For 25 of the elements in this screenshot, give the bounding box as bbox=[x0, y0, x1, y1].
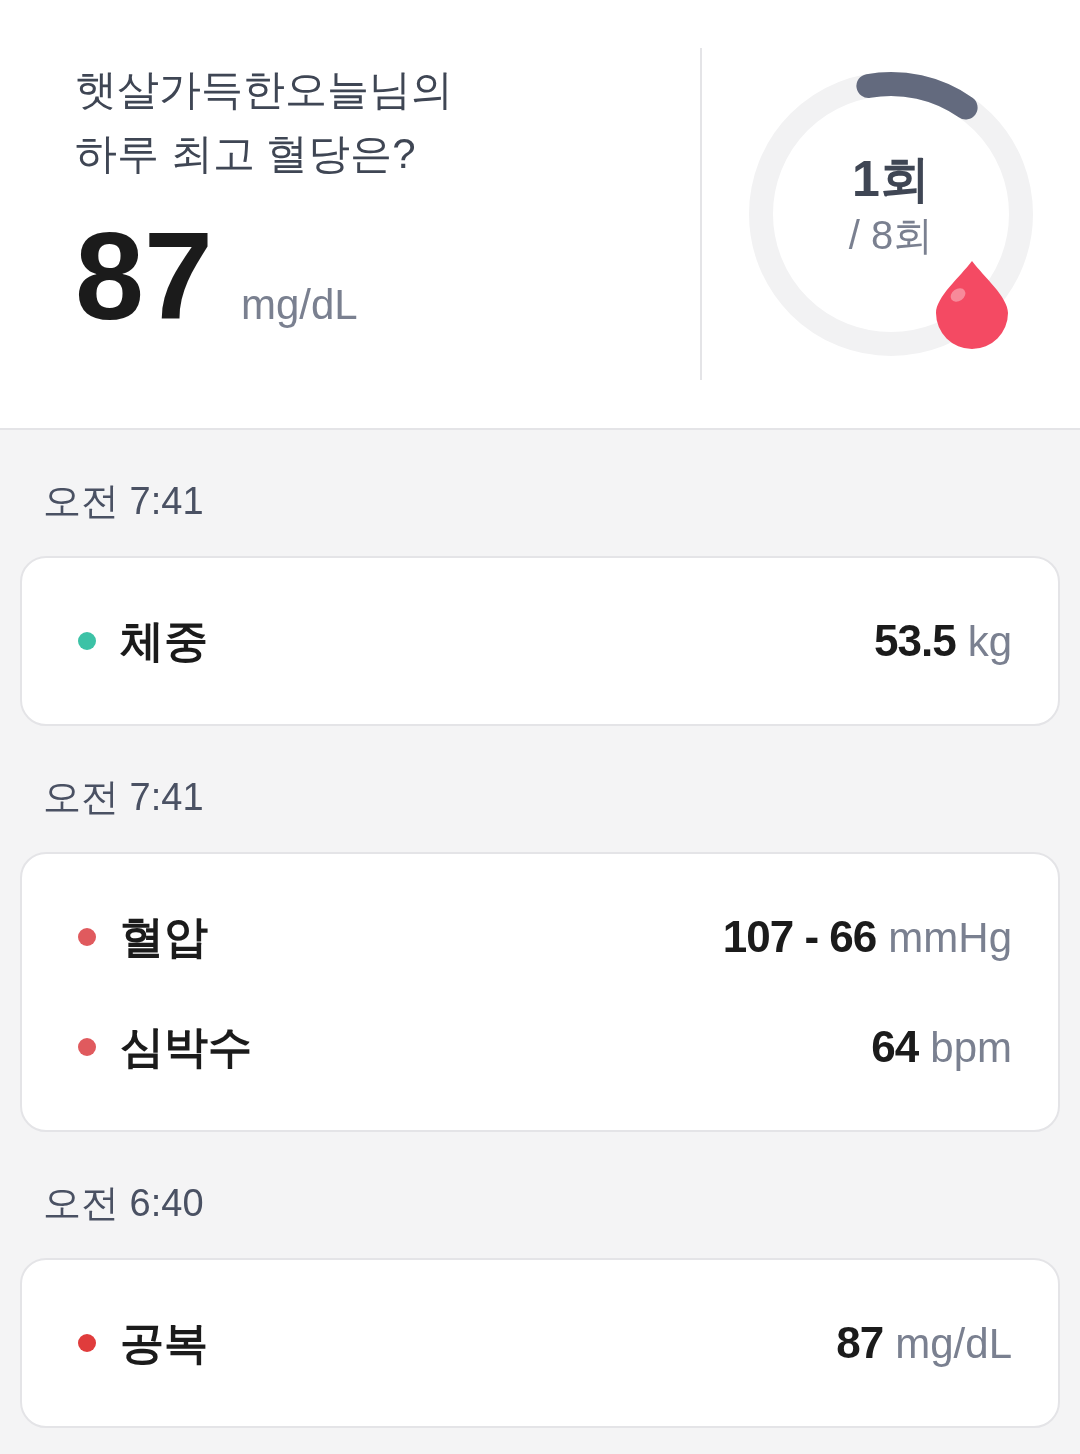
record-unit: bpm bbox=[930, 1022, 1012, 1073]
record-unit: mmHg bbox=[888, 912, 1012, 963]
record-value: 53.5 bbox=[874, 615, 956, 667]
time-label: 오전 6:40 bbox=[42, 1181, 205, 1226]
glucose-unit: mg/dL bbox=[240, 280, 358, 330]
record-card[interactable]: 체중 53.5 kg bbox=[20, 556, 1060, 726]
time-label: 오전 7:41 bbox=[42, 775, 205, 820]
record-name: 체중 bbox=[120, 615, 208, 667]
summary-title: 햇살가득한오늘님의 bbox=[75, 65, 454, 115]
total-count-text: / 8회 bbox=[848, 212, 934, 260]
record-unit: kg bbox=[967, 616, 1012, 667]
time-label: 오전 7:41 bbox=[42, 479, 205, 524]
record-name: 공복 bbox=[120, 1317, 208, 1369]
blood-drop-icon bbox=[934, 259, 1010, 349]
record-card[interactable]: 혈압 107 - 66 mmHg 심박수 64 bpm bbox=[20, 852, 1060, 1132]
record-value: 107 - 66 bbox=[722, 911, 877, 963]
record-value: 64 bbox=[871, 1021, 919, 1073]
record-name: 혈압 bbox=[120, 911, 208, 963]
glucose-value: 87 bbox=[75, 214, 213, 338]
summary-title: 하루 최고 혈당은? bbox=[75, 129, 417, 179]
record-card[interactable]: 공복 87 mg/dL bbox=[20, 1258, 1060, 1428]
record-value: 87 bbox=[836, 1317, 884, 1369]
record-name: 심박수 bbox=[120, 1021, 252, 1073]
record-unit: mg/dL bbox=[895, 1318, 1012, 1369]
count-text: 1회 bbox=[852, 149, 930, 209]
